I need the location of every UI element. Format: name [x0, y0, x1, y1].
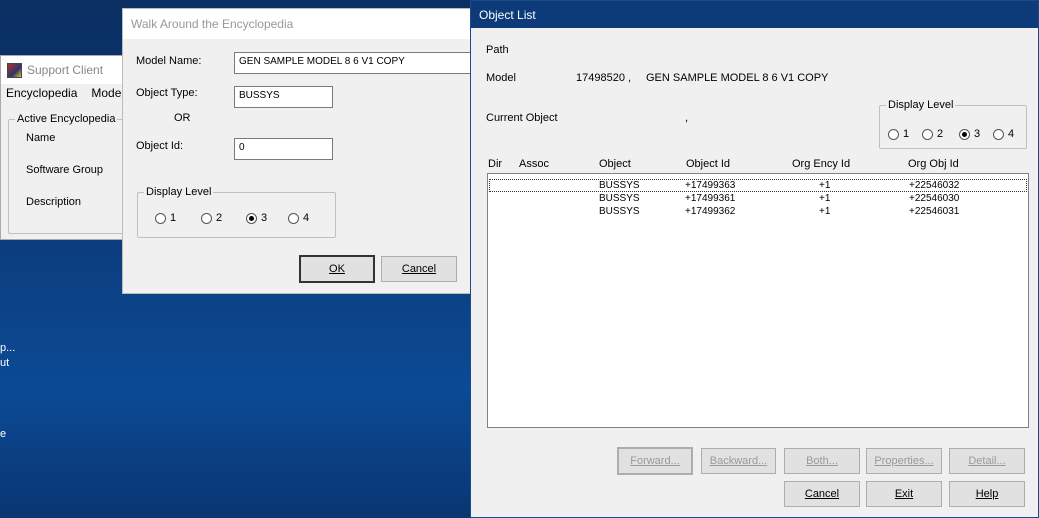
column-header-dir[interactable]: Dir: [488, 158, 502, 170]
column-header-assoc[interactable]: Assoc: [519, 158, 549, 170]
model-label: Model: [486, 72, 516, 84]
desktop-text: e: [0, 428, 7, 440]
support-client-window: Support Client Encyclopedia Model Active…: [0, 55, 131, 240]
support-client-title: Support Client: [27, 63, 104, 77]
cancel-button[interactable]: Cancel: [784, 481, 860, 507]
cell-object-id: +17499362: [685, 206, 736, 217]
object-list-window: Object List Path Model 17498520 , GEN SA…: [470, 0, 1039, 518]
object-list-title: Object List: [479, 7, 536, 22]
radio-circle: [922, 128, 933, 140]
app-icon: [7, 62, 22, 78]
display-level-radio-2[interactable]: 2: [201, 212, 222, 224]
radio-circle: [288, 212, 299, 224]
column-header-object[interactable]: Object: [599, 158, 631, 170]
radio-circle: [993, 128, 1004, 140]
display-level-radio-4[interactable]: 4: [993, 128, 1014, 140]
radio-label: 2: [216, 212, 223, 224]
help-button[interactable]: Help: [949, 481, 1025, 507]
table-row[interactable]: BUSSYS +17499362 +1 +22546031: [488, 206, 1028, 219]
detail-button[interactable]: Detail...: [949, 448, 1025, 474]
support-client-titlebar[interactable]: Support Client: [1, 56, 131, 84]
radio-label: 3: [974, 128, 981, 140]
display-level-radio-3[interactable]: 3: [246, 212, 267, 224]
radio-label: 3: [261, 212, 268, 224]
cell-object: BUSSYS: [599, 206, 640, 217]
name-label: Name: [26, 132, 56, 144]
display-level-radio-3[interactable]: 3: [959, 128, 980, 140]
object-type-field[interactable]: BUSSYS: [234, 86, 333, 108]
radio-label: 2: [937, 128, 944, 140]
display-level-radio-1[interactable]: 1: [155, 212, 176, 224]
model-name-label: Model Name:: [136, 55, 202, 67]
object-list-titlebar[interactable]: Object List: [471, 1, 1038, 28]
radio-circle-selected: [959, 128, 970, 140]
cell-org-ency-id: +1: [819, 193, 831, 204]
model-name-value: GEN SAMPLE MODEL 8 6 V1 COPY: [646, 72, 829, 84]
cancel-button[interactable]: Cancel: [381, 256, 457, 282]
menu-bar: Encyclopedia Model: [6, 86, 124, 100]
description-label: Description: [26, 196, 82, 208]
current-object-value: ,: [685, 112, 689, 124]
ok-button[interactable]: OK: [299, 255, 375, 283]
backward-button[interactable]: Backward...: [701, 448, 776, 474]
walk-around-dialog: Walk Around the Encyclopedia Model Name:…: [122, 8, 473, 294]
object-type-label: Object Type:: [136, 87, 198, 99]
menu-model[interactable]: Model: [91, 86, 124, 100]
display-level-title: Display Level: [144, 186, 214, 198]
table-row[interactable]: BUSSYS +17499363 +1 +22546032: [488, 180, 1028, 193]
cell-org-ency-id: +1: [819, 206, 831, 217]
model-id-value: 17498520 ,: [576, 72, 632, 84]
display-level-radio-1[interactable]: 1: [888, 128, 909, 140]
radio-circle: [201, 212, 212, 224]
cell-object-id: +17499361: [685, 193, 736, 204]
both-button[interactable]: Both...: [784, 448, 860, 474]
radio-circle-selected: [246, 212, 257, 224]
display-level-radio-2[interactable]: 2: [922, 128, 943, 140]
properties-button[interactable]: Properties...: [866, 448, 942, 474]
group-title: Active Encyclopedia: [15, 113, 118, 125]
cell-org-obj-id: +22546031: [909, 206, 960, 217]
cell-object: BUSSYS: [599, 180, 640, 191]
cell-object-id: +17499363: [685, 180, 736, 191]
cell-object: BUSSYS: [599, 193, 640, 204]
display-level-radio-4[interactable]: 4: [288, 212, 309, 224]
walk-around-titlebar[interactable]: Walk Around the Encyclopedia: [123, 9, 471, 39]
radio-circle: [155, 212, 166, 224]
forward-button[interactable]: Forward...: [617, 447, 693, 475]
column-header-org-obj-id[interactable]: Org Obj Id: [908, 158, 959, 170]
column-header-object-id[interactable]: Object Id: [686, 158, 730, 170]
desktop-text: p...: [0, 342, 16, 354]
or-label: OR: [174, 112, 191, 124]
table-row[interactable]: BUSSYS +17499361 +1 +22546030: [488, 193, 1028, 206]
path-label: Path: [486, 44, 509, 56]
cell-org-ency-id: +1: [819, 180, 831, 191]
object-list-box[interactable]: BUSSYS +17499363 +1 +22546032 BUSSYS +17…: [487, 173, 1029, 428]
exit-button[interactable]: Exit: [866, 481, 942, 507]
radio-label: 1: [903, 128, 910, 140]
cell-org-obj-id: +22546030: [909, 193, 960, 204]
desktop-text: ut: [0, 357, 10, 369]
radio-label: 4: [1008, 128, 1015, 140]
display-level-title: Display Level: [886, 99, 956, 111]
software-group-label: Software Group: [26, 164, 104, 176]
display-level-group: Display Level: [879, 99, 1027, 149]
walk-around-title: Walk Around the Encyclopedia: [131, 17, 294, 31]
object-id-field[interactable]: 0: [234, 138, 333, 160]
menu-encyclopedia[interactable]: Encyclopedia: [6, 86, 77, 100]
radio-label: 4: [303, 212, 310, 224]
model-name-field[interactable]: GEN SAMPLE MODEL 8 6 V1 COPY: [234, 52, 473, 74]
current-object-label: Current Object: [486, 112, 558, 124]
object-id-label: Object Id:: [136, 140, 184, 152]
cell-org-obj-id: +22546032: [909, 180, 960, 191]
column-header-org-ency-id[interactable]: Org Ency Id: [792, 158, 850, 170]
radio-circle: [888, 128, 899, 140]
radio-label: 1: [170, 212, 177, 224]
